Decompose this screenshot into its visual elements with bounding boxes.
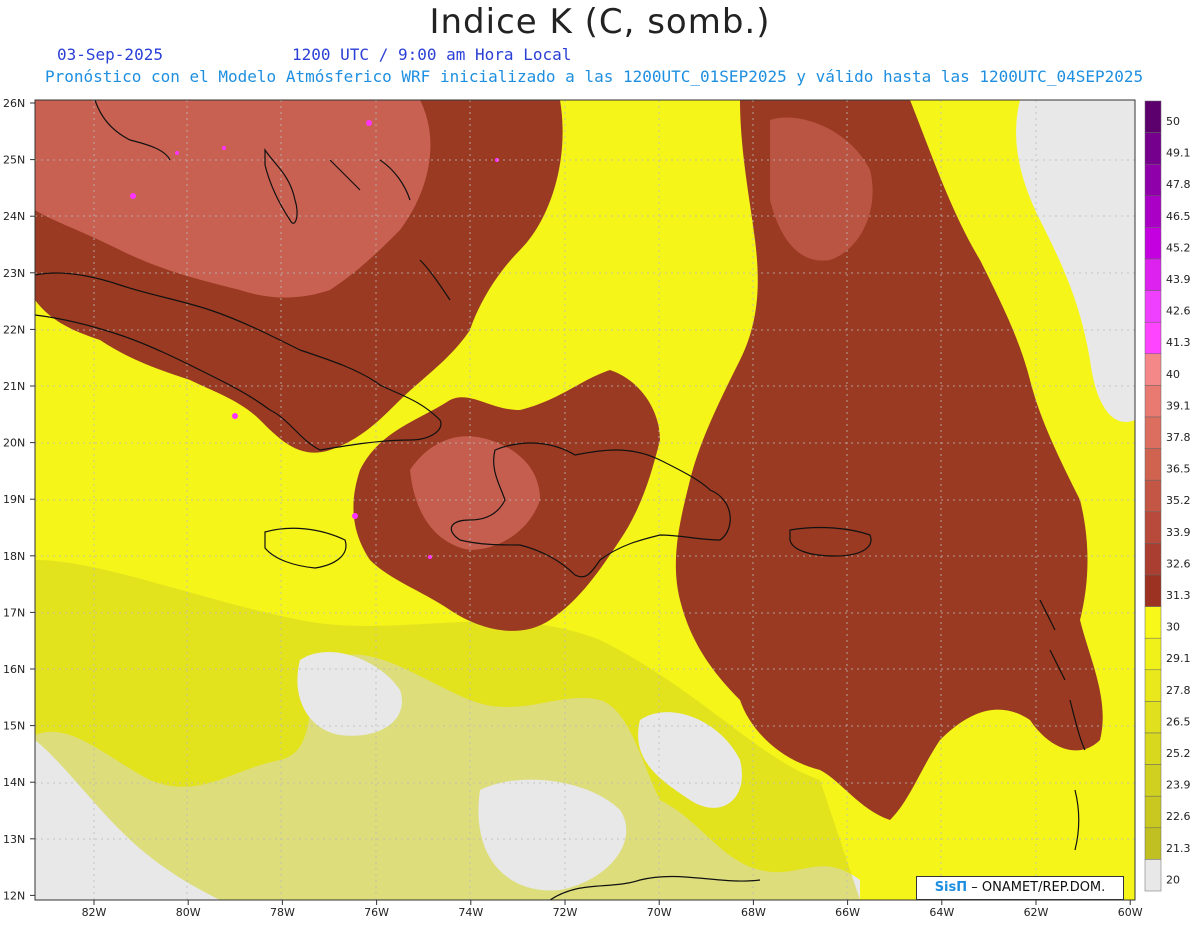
lon-label: 78W <box>270 906 295 919</box>
colorbar-label: 31.3 <box>1166 589 1191 602</box>
lon-label: 74W <box>458 906 483 919</box>
colorbar-label: 40 <box>1166 368 1180 381</box>
colorbar-label: 47.8 <box>1166 178 1191 191</box>
colorbar-swatch <box>1144 701 1162 734</box>
lon-label: 70W <box>647 906 672 919</box>
colorbar-swatch <box>1144 543 1162 576</box>
colorbar-swatch <box>1144 321 1162 355</box>
lat-label: 26N <box>3 97 25 110</box>
colorbar-label: 23.9 <box>1166 779 1191 792</box>
colorbar-label: 36.5 <box>1166 463 1191 476</box>
colorbar-label: 21.3 <box>1166 842 1191 855</box>
lon-label: 66W <box>835 906 860 919</box>
lat-label: 24N <box>3 210 25 223</box>
lat-label: 20N <box>3 437 25 450</box>
lon-label: 72W <box>553 906 578 919</box>
colorbar-swatch <box>1144 132 1162 165</box>
colorbar-swatch <box>1144 574 1162 607</box>
colorbar-swatch <box>1144 163 1162 197</box>
lat-label: 18N <box>3 550 25 563</box>
credit-badge: SisΠ – ONAMET/REP.DOM. <box>916 876 1124 900</box>
colorbar-label: 30 <box>1166 621 1180 634</box>
colorbar-label: 27.8 <box>1166 684 1191 697</box>
colorbar-swatch <box>1144 859 1162 892</box>
lat-label: 23N <box>3 267 25 280</box>
colorbar-swatch <box>1144 416 1162 449</box>
valid-date: 03-Sep-2025 <box>57 45 163 64</box>
lat-label: 17N <box>3 606 25 619</box>
colorbar-label: 29.1 <box>1166 652 1191 665</box>
credit-text: – ONAMET/REP.DOM. <box>971 880 1106 895</box>
map-field <box>35 100 1135 900</box>
colorbar: 50 49.1 47.8 46.5 45.2 43.9 42.6 41.3 40 39.1 37.8… <box>1144 100 1191 892</box>
colorbar-label: 39.1 <box>1166 399 1191 412</box>
colorbar-label: 26.5 <box>1166 715 1191 728</box>
colorbar-label: 20 <box>1166 873 1180 886</box>
lat-label: 12N <box>3 889 25 902</box>
colorbar-label: 45.2 <box>1166 241 1191 254</box>
colorbar-swatch <box>1144 290 1162 323</box>
colorbar-swatch <box>1144 637 1162 671</box>
colorbar-swatch <box>1144 258 1162 291</box>
forecast-description: Pronóstico con el Modelo Atmósferico WRF… <box>45 67 1144 86</box>
colorbar-label: 35.2 <box>1166 494 1191 507</box>
colorbar-swatch <box>1144 795 1162 829</box>
colorbar-swatch <box>1144 827 1162 860</box>
colorbar-swatch <box>1144 606 1162 639</box>
sispi-logo: SisΠ <box>934 880 968 895</box>
colorbar-swatch <box>1144 669 1162 702</box>
colorbar-label: 22.6 <box>1166 810 1191 823</box>
colorbar-label: 32.6 <box>1166 557 1191 570</box>
colorbar-swatch <box>1144 353 1162 386</box>
valid-time: 1200 UTC / 9:00 am Hora Local <box>292 45 572 64</box>
colorbar-swatch <box>1144 100 1162 133</box>
colorbar-swatch <box>1144 385 1162 418</box>
lat-label: 13N <box>3 833 25 846</box>
lat-label: 21N <box>3 380 25 393</box>
colorbar-swatch <box>1144 195 1162 228</box>
lon-label: 64W <box>929 906 954 919</box>
lon-label: 68W <box>741 906 766 919</box>
colorbar-swatch <box>1144 448 1162 481</box>
lon-label: 80W <box>176 906 201 919</box>
colorbar-label: 25.2 <box>1166 747 1191 760</box>
lat-label: 16N <box>3 663 25 676</box>
colorbar-swatch <box>1144 764 1162 797</box>
latitude-axis: 26N 25N 24N 23N 22N 21N 20N 19N 18N 17N 16N 15N 14N 1… <box>3 97 35 902</box>
colorbar-swatch <box>1144 227 1162 260</box>
colorbar-label: 43.9 <box>1166 273 1191 286</box>
lat-label: 19N <box>3 493 25 506</box>
lon-label: 62W <box>1024 906 1049 919</box>
colorbar-label: 46.5 <box>1166 210 1191 223</box>
k-index-map: 26N 25N 24N 23N 22N 21N 20N 19N 18N 17N 16N 15N 14N 1… <box>3 97 1191 919</box>
colorbar-swatch <box>1144 511 1162 544</box>
colorbar-label: 33.9 <box>1166 526 1191 539</box>
colorbar-label: 37.8 <box>1166 431 1191 444</box>
lon-label: 82W <box>82 906 107 919</box>
colorbar-label: 42.6 <box>1166 305 1191 318</box>
lat-label: 25N <box>3 154 25 167</box>
colorbar-label: 49.1 <box>1166 147 1191 160</box>
colorbar-swatch <box>1144 732 1162 765</box>
lon-label: 76W <box>364 906 389 919</box>
lon-label: 60W <box>1118 906 1143 919</box>
colorbar-swatch <box>1144 479 1162 513</box>
colorbar-label: 50 <box>1166 115 1180 128</box>
chart-title: Indice K (C, somb.) <box>429 2 771 42</box>
lat-label: 22N <box>3 323 25 336</box>
lat-label: 15N <box>3 720 25 733</box>
lat-label: 14N <box>3 776 25 789</box>
colorbar-label: 41.3 <box>1166 336 1191 349</box>
longitude-axis: 82W 80W 78W 76W 74W 72W 70W 68W 66W 64W 62W 60W <box>82 900 1143 919</box>
